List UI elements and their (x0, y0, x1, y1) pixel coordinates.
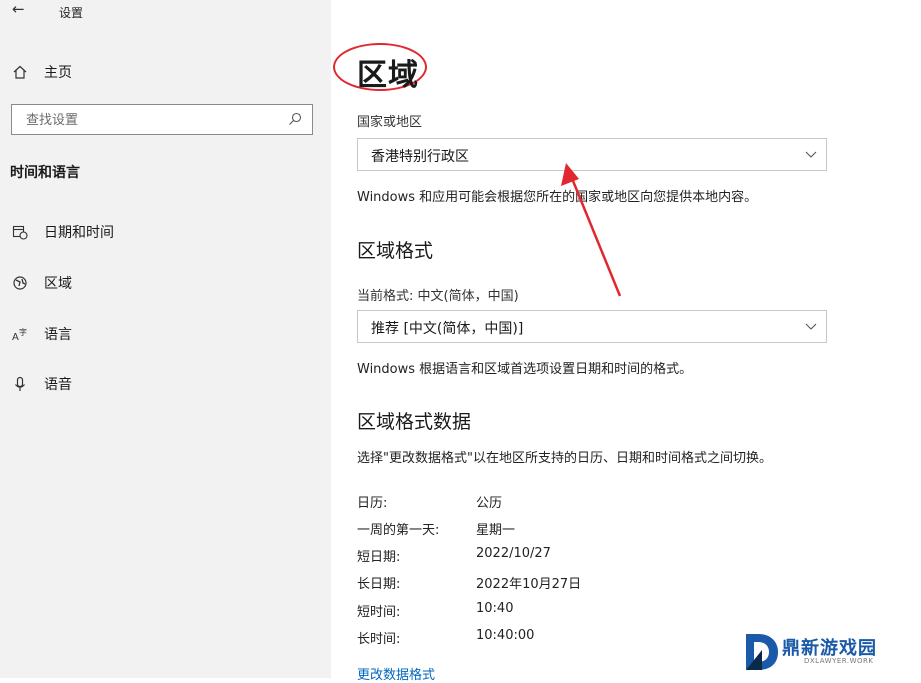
home-icon (13, 65, 27, 79)
home-label: 主页 (44, 65, 72, 81)
format-data-heading: 区域格式数据 (357, 411, 472, 433)
short-date-key: 短日期: (357, 550, 401, 565)
watermark-domain: DXLAWYER.WORK (804, 657, 874, 665)
title-bar: ← 设置 (0, 0, 331, 24)
chevron-down-icon (805, 151, 817, 158)
svg-text:字: 字 (19, 327, 27, 337)
search-box[interactable] (11, 104, 313, 136)
calendar-key: 日历: (357, 496, 388, 511)
first-day-value: 星期一 (476, 523, 516, 538)
change-data-format-link[interactable]: 更改数据格式 (357, 664, 435, 683)
search-icon[interactable] (288, 112, 302, 126)
sidebar-item-label: 语音 (44, 377, 72, 393)
d-logo-icon (746, 634, 778, 670)
calendar-value: 公历 (476, 496, 503, 511)
page-title: 区域 (357, 58, 419, 93)
first-day-key: 一周的第一天: (357, 523, 440, 538)
sidebar-item-label: 区域 (44, 276, 72, 292)
long-date-value: 2022年10月27日 (476, 577, 582, 592)
country-value: 香港特别行政区 (371, 149, 469, 165)
regional-format-heading: 区域格式 (357, 240, 434, 262)
regional-format-value: 推荐 [中文(简体，中国)] (371, 321, 524, 337)
region-settings-page: 区域 国家或地区 香港特别行政区 Windows 和应用可能会根据您所在的国家或… (331, 0, 921, 683)
home-nav-item[interactable]: 主页 (12, 62, 72, 82)
chevron-down-icon (805, 323, 817, 330)
country-dropdown[interactable]: 香港特别行政区 (357, 138, 827, 171)
long-time-key: 长时间: (357, 632, 401, 647)
back-arrow-icon[interactable]: ← (12, 0, 25, 18)
sidebar-item-date-time[interactable]: 日期和时间 (12, 222, 114, 242)
search-input[interactable] (24, 105, 288, 136)
sidebar-item-language[interactable]: A 字 语言 (12, 324, 72, 344)
country-label: 国家或地区 (357, 115, 423, 130)
long-time-value: 10:40:00 (476, 628, 535, 643)
sidebar-item-label: 语言 (44, 327, 72, 343)
settings-sidebar: ← 设置 主页 时间和语言 日期和时间 区域 A 字 (0, 0, 331, 678)
short-time-key: 短时间: (357, 605, 401, 620)
current-format-label: 当前格式: 中文(简体，中国) (357, 289, 519, 304)
sidebar-item-region[interactable]: 区域 (12, 273, 72, 293)
section-title: 时间和语言 (10, 165, 80, 181)
language-icon: A 字 (12, 327, 27, 342)
short-date-value: 2022/10/27 (476, 546, 551, 561)
format-data-description: 选择"更改数据格式"以在地区所支持的日历、日期和时间格式之间切换。 (357, 451, 772, 466)
long-date-key: 长日期: (357, 577, 401, 592)
globe-icon (13, 276, 27, 290)
sidebar-item-label: 日期和时间 (44, 225, 114, 241)
regional-format-dropdown[interactable]: 推荐 [中文(简体，中国)] (357, 310, 827, 343)
sidebar-item-speech[interactable]: 语音 (12, 374, 72, 394)
svg-text:A: A (12, 332, 19, 342)
format-description: Windows 根据语言和区域首选项设置日期和时间的格式。 (357, 362, 693, 377)
short-time-value: 10:40 (476, 601, 514, 616)
window-title: 设置 (59, 6, 84, 20)
watermark-logo: 鼎新游戏园 DXLAWYER.WORK (740, 626, 921, 678)
microphone-icon (15, 376, 25, 391)
country-description: Windows 和应用可能会根据您所在的国家或地区向您提供本地内容。 (357, 190, 758, 205)
calendar-clock-icon (12, 225, 28, 240)
